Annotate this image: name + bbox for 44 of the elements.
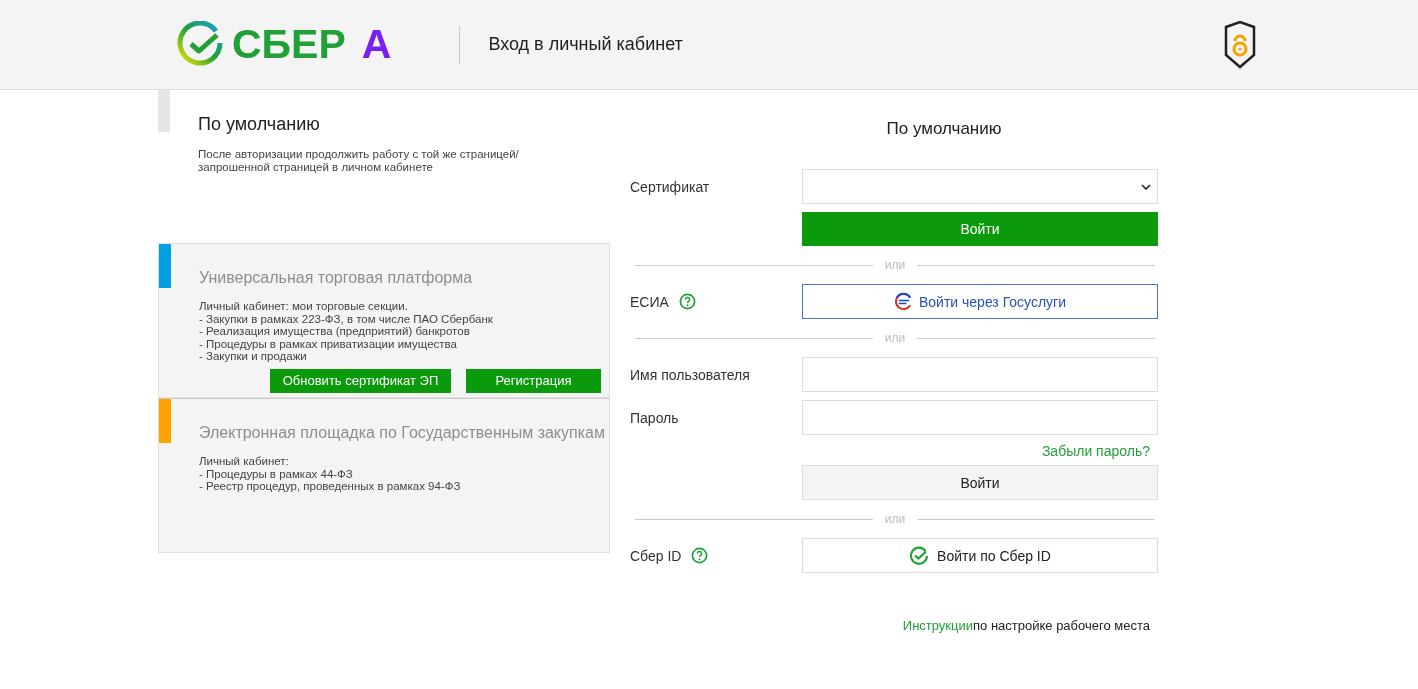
shield-lock-icon (1222, 18, 1258, 71)
form-title: По умолчанию (885, 119, 1003, 139)
field-label: ЕСИА (630, 293, 669, 310)
description-text: - Процедуры в рамках приватизации имущества (199, 337, 458, 350)
platform-card[interactable] (158, 243, 610, 398)
check-circle-icon (909, 545, 930, 566)
help-icon[interactable] (678, 293, 696, 310)
card-button[interactable]: Обновить сертификат ЭП (270, 368, 451, 393)
field-label: Сертификат (630, 178, 710, 195)
gosuslugi-icon (893, 292, 913, 311)
description-text: - Процедуры в рамках 44-ФЗ (199, 467, 354, 480)
description-text: - Закупки и продажи (199, 350, 308, 363)
logo-text: СБЕР (232, 21, 346, 68)
logo-check-icon (176, 20, 224, 69)
input-field[interactable] (802, 357, 1158, 392)
instructions-link[interactable]: Инструкции (902, 618, 973, 633)
or-divider-text: или (884, 331, 906, 345)
section-title: По умолчанию (198, 114, 321, 135)
field-label: Сбер ID (630, 547, 682, 564)
logo-letter: А (361, 21, 392, 68)
description-text: Личный кабинет: мои торговые секции. (199, 300, 409, 313)
or-divider-text: или (884, 512, 906, 526)
section-title: Универсальная торговая платформа (199, 269, 474, 287)
login-button[interactable]: Войти (802, 212, 1158, 246)
description-text: Личный кабинет: (199, 455, 290, 468)
input-field[interactable] (802, 400, 1158, 435)
gosuslugi-button[interactable]: Войти через Госуслуги (802, 284, 1158, 319)
footer-text: по настройке рабочего места (973, 618, 1150, 633)
sber-id-button[interactable]: Войти по Сбер ID (802, 538, 1158, 573)
description-text: - Реализация имущества (предприятий) банкротов (199, 325, 471, 338)
field-label: Пароль (630, 409, 679, 426)
description-text: - Реестр процедур, проведенных в рамках 94-ФЗ (199, 480, 462, 493)
page-title: Вход в личный кабинет (488, 34, 683, 55)
forgot-password-link[interactable]: Забыли пароль? (802, 443, 1158, 459)
description-text: После авторизации продолжить работу с той же страницей/ запрошенной страницей в личном кабинете (198, 148, 520, 173)
platform-card[interactable]: Электронная площадка по Государственным закупкам Личный кабинет: - Процедуры в рамках 44-ФЗ - Реестр процедур, проведенных в рамках 94-ФЗ (158, 398, 610, 553)
help-icon[interactable] (691, 547, 709, 564)
chevron-down-icon (1141, 183, 1151, 190)
login-button[interactable]: Войти (802, 465, 1158, 500)
section-title: Электронная площадка по Государственным закупкам (199, 424, 606, 442)
description-text: - Закупки в рамках 223-ФЗ, в том числе ПАО Сбербанк (199, 312, 494, 325)
field-label: Имя пользователя (630, 366, 750, 383)
card-button[interactable]: Регистрация (466, 368, 601, 393)
or-divider-text: или (884, 258, 906, 272)
